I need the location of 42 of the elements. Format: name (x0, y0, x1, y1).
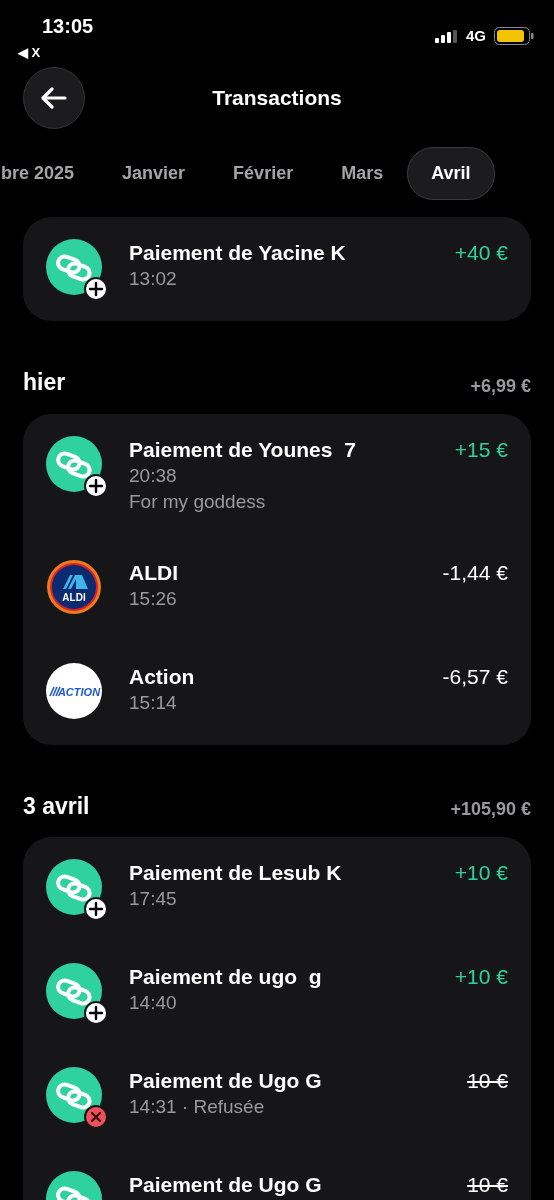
transaction-name: Paiement de Ugo G (129, 1068, 323, 1094)
status-time: 13:05 (42, 14, 94, 39)
transaction-amount: 10 € (467, 1172, 508, 1198)
day-total: +6,99 € (470, 374, 531, 398)
month-tab[interactable]: Février (209, 146, 318, 200)
transaction-note: For my goddess (129, 489, 267, 514)
transaction-amount: -1,44 € (442, 559, 508, 586)
back-arrow-icon (41, 87, 67, 109)
date-heading: 3 avril (23, 791, 90, 821)
transaction-time: 17:45 (129, 887, 178, 911)
transaction-name: Paiement de Yacine K (129, 240, 347, 266)
month-tab[interactable]: bre 2025 (0, 146, 99, 200)
transaction-name: Action (129, 663, 196, 690)
merchant-logo: ALDI (46, 558, 104, 617)
day-total: +105,90 € (450, 798, 531, 821)
transaction-time: 13:02 (129, 267, 178, 291)
screen-title: Transactions (212, 85, 342, 111)
transaction-time: 14:40 (129, 991, 178, 1015)
transaction-time: 20:38 (129, 463, 178, 488)
transaction-amount: +15 € (454, 436, 508, 463)
transaction-name: Paiement de Lesub K (129, 860, 343, 886)
transaction-amount: +40 € (454, 240, 508, 266)
transaction-amount: 10 € (467, 1068, 508, 1094)
month-tab[interactable]: Janvier (98, 146, 210, 200)
month-tab[interactable]: Mars (317, 146, 408, 200)
signal-icon (435, 29, 458, 43)
battery-icon (494, 27, 534, 46)
transaction-name: Paiement de ugo g (129, 964, 323, 990)
transaction-name: ALDI (129, 559, 179, 586)
transaction-amount: -6,57 € (442, 663, 508, 690)
transaction-name: Paiement de Younes 7 (129, 436, 357, 463)
transaction-name: Paiement de Ugo G (129, 1172, 323, 1198)
transaction-time: 15:26 (129, 586, 178, 611)
transaction-time: 15:14 (129, 690, 178, 715)
back-to-app-link[interactable]: ◀ X (18, 43, 41, 63)
date-heading: hier (23, 368, 66, 397)
transaction-amount: +10 € (454, 860, 508, 886)
month-tab[interactable]: Avril (407, 146, 495, 200)
network-label: 4G (466, 26, 486, 46)
transaction-amount: +10 € (454, 964, 508, 990)
merchant-logo: ACTION (46, 662, 104, 721)
transaction-time: 14:31 · Refusée (129, 1095, 266, 1119)
